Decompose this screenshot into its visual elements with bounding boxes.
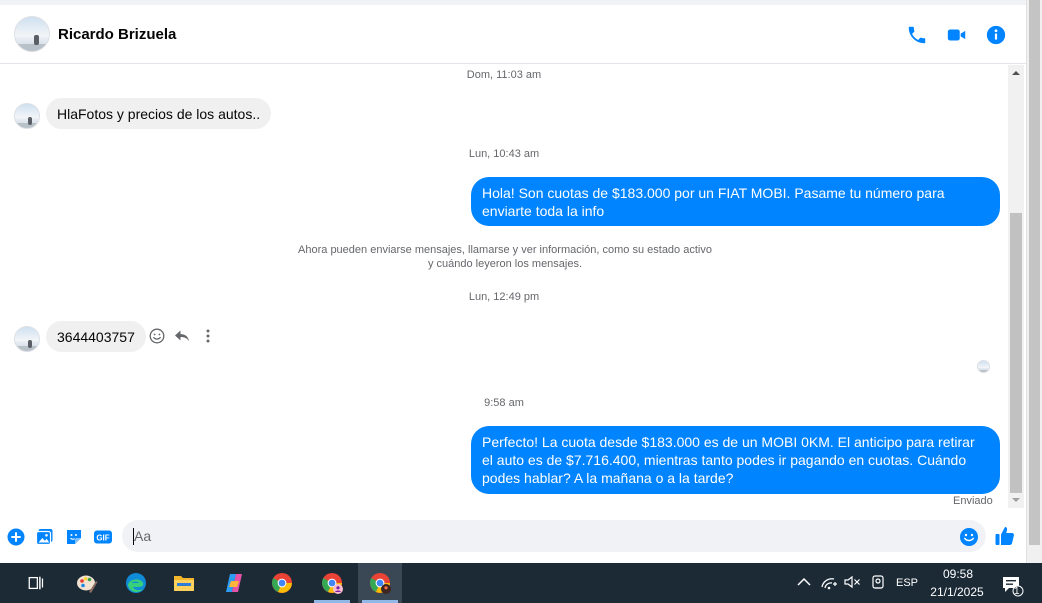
add-icon[interactable]	[6, 527, 26, 547]
timestamp: Dom, 11:03 am	[466, 69, 542, 81]
video-camera-icon[interactable]	[946, 24, 968, 46]
input-language-indicator[interactable]: ESP	[896, 577, 918, 589]
scroll-up-arrow-icon[interactable]	[1008, 65, 1024, 81]
reply-icon[interactable]	[173, 327, 191, 345]
gif-label: GIF	[96, 534, 109, 543]
message-input[interactable]	[122, 520, 986, 552]
more-options-icon[interactable]	[199, 327, 217, 345]
system-message-line: Ahora pueden enviarse mensajes, llamarse…	[298, 244, 712, 256]
timestamp: 9:58 am	[484, 397, 524, 409]
incoming-message[interactable]: 3644403757	[46, 321, 146, 352]
scroll-down-arrow-icon[interactable]	[1008, 492, 1024, 508]
text-caret	[133, 528, 134, 545]
sticker-icon[interactable]	[64, 527, 84, 547]
system-message: Ahora pueden enviarse mensajes, llamarse…	[290, 243, 720, 271]
timestamp: Lun, 12:49 pm	[468, 291, 540, 303]
react-icon[interactable]	[148, 327, 166, 345]
show-hidden-icons-chevron-icon[interactable]	[795, 573, 813, 591]
paint-icon[interactable]	[65, 563, 109, 603]
gif-icon[interactable]: GIF	[93, 527, 113, 547]
contact-message-avatar[interactable]	[14, 103, 40, 129]
window-scrollbar-thumb[interactable]	[1029, 0, 1040, 545]
clock-date[interactable]: 21/1/2025	[926, 585, 988, 599]
contact-name[interactable]: Ricardo Brizuela	[58, 26, 176, 43]
emoji-icon[interactable]	[959, 527, 979, 547]
phone-icon[interactable]	[906, 24, 928, 46]
notification-count: 1	[1014, 586, 1020, 597]
copilot-icon[interactable]	[212, 563, 256, 603]
clock-time[interactable]: 09:58	[940, 567, 976, 581]
chrome-icon[interactable]	[260, 563, 304, 603]
timestamp: Lun, 10:43 am	[468, 148, 540, 160]
edge-icon[interactable]	[114, 563, 158, 603]
chrome-profile-icon[interactable]	[310, 563, 354, 603]
info-icon[interactable]	[985, 24, 1007, 46]
chat-header: Ricardo Brizuela	[0, 0, 1026, 64]
wifi-icon[interactable]	[820, 573, 838, 591]
system-message-line: y cuándo leyeron los mensajes.	[427, 258, 583, 270]
speaker-muted-icon[interactable]	[843, 573, 861, 591]
outgoing-message[interactable]: Hola! Son cuotas de $183.000 por un FIAT…	[471, 177, 1000, 226]
file-explorer-icon[interactable]	[162, 563, 206, 603]
seen-receipt-avatar	[977, 360, 990, 373]
sent-status: Enviado	[953, 495, 993, 507]
like-icon[interactable]	[994, 525, 1016, 547]
chat-scrollbar-thumb[interactable]	[1010, 213, 1022, 493]
task-view-icon[interactable]	[14, 563, 58, 603]
camera-privacy-icon[interactable]	[869, 573, 887, 591]
image-icon[interactable]	[35, 527, 55, 547]
contact-avatar[interactable]	[14, 16, 50, 52]
incoming-message[interactable]: HlaFotos y precios de los autos..	[46, 98, 272, 129]
outgoing-message[interactable]: Perfecto! La cuota desde $183.000 es de …	[471, 426, 1000, 494]
header-top-border	[0, 0, 1026, 5]
notification-center-icon[interactable]	[1000, 573, 1024, 597]
chrome-active-icon[interactable]	[358, 563, 402, 603]
contact-message-avatar[interactable]	[14, 326, 40, 352]
